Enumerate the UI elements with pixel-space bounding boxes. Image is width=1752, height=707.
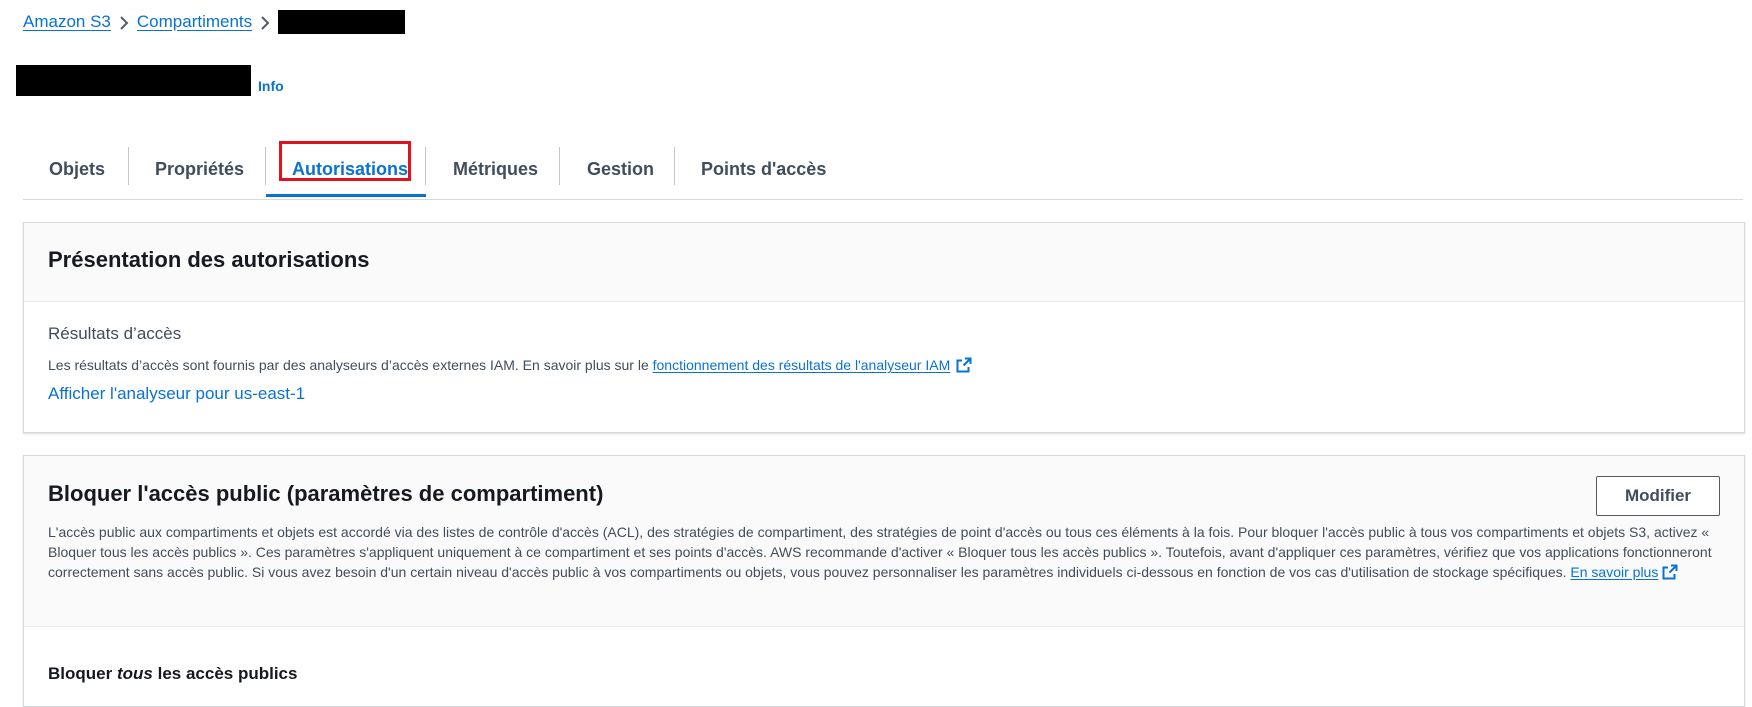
panel-header: Présentation des autorisations [24, 223, 1744, 302]
block-public-access-panel: Bloquer l'accès public (paramètres de co… [23, 455, 1745, 707]
tab-autorisations[interactable]: Autorisations [292, 139, 408, 199]
info-link[interactable]: Info [258, 78, 284, 94]
page-title-row: Info [16, 65, 284, 96]
chevron-right-icon [111, 12, 137, 32]
tab-divider [559, 147, 560, 185]
tab-divider [128, 147, 129, 185]
description-text: L'accès public aux compartiments et obje… [48, 524, 1712, 580]
tab-metriques[interactable]: Métriques [453, 139, 538, 199]
iam-analyzer-docs-link-label: fonctionnement des résultats de l'analys… [652, 357, 951, 373]
panel-title: Présentation des autorisations [48, 247, 370, 272]
description-text: Les résultats d’accès sont fournis par d… [48, 357, 649, 373]
view-analyzer-link[interactable]: Afficher l'analyseur pour us-east-1 [48, 384, 305, 404]
heading-text: les accès publics [157, 664, 298, 683]
permissions-overview-panel: Présentation des autorisations Résultats… [23, 222, 1745, 433]
iam-analyzer-docs-link[interactable]: fonctionnement des résultats de l'analys… [653, 357, 951, 373]
tab-divider [265, 147, 266, 185]
panel-header: Bloquer l'accès public (paramètres de co… [24, 456, 1744, 627]
tab-proprietes[interactable]: Propriétés [155, 139, 244, 199]
heading-emphasis: tous [116, 664, 153, 683]
tab-points-acces[interactable]: Points d'accès [701, 139, 826, 199]
tab-divider [674, 147, 675, 185]
learn-more-link[interactable]: En savoir plus [1570, 564, 1658, 580]
tab-gestion[interactable]: Gestion [587, 139, 654, 199]
access-findings-description: Les résultats d’accès sont fournis par d… [48, 357, 972, 376]
panel-title: Bloquer l'accès public (paramètres de co… [48, 481, 604, 506]
breadcrumb-current-redacted [278, 10, 406, 34]
modify-button[interactable]: Modifier [1596, 476, 1720, 516]
tab-bar: Objets Propriétés Autorisations Métrique… [23, 139, 1743, 200]
external-link-icon [956, 357, 972, 376]
tab-objets[interactable]: Objets [49, 139, 105, 199]
access-findings-label: Résultats d’accès [48, 324, 182, 343]
block-all-public-access-heading: Bloquer tous les accès publics [48, 664, 297, 684]
breadcrumb-amazon-s3[interactable]: Amazon S3 [23, 12, 111, 32]
block-public-access-description: L'accès public aux compartiments et obje… [48, 522, 1718, 585]
chevron-right-icon [252, 12, 278, 32]
active-tab-underline [266, 194, 426, 197]
tab-divider [425, 147, 426, 185]
breadcrumb: Amazon S3 Compartiments [23, 10, 406, 34]
page-title-redacted [16, 65, 251, 96]
heading-text: Bloquer [48, 664, 113, 683]
external-link-icon [1662, 564, 1678, 585]
breadcrumb-compartiments[interactable]: Compartiments [137, 12, 252, 32]
